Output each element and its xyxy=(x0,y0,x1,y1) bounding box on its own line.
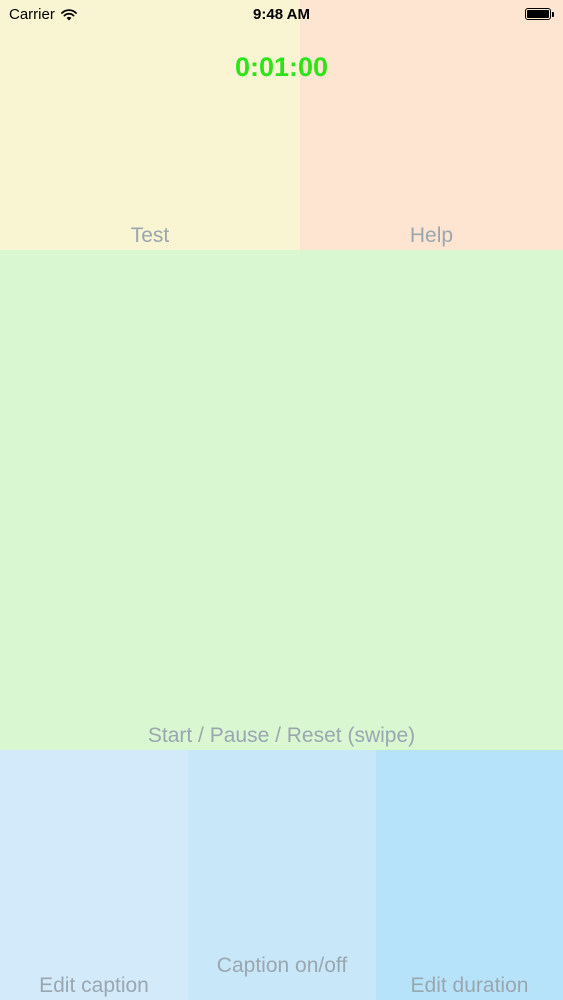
caption-toggle-zone[interactable]: Caption on/off xyxy=(188,750,376,1000)
help-label: Help xyxy=(409,224,454,247)
status-time: 9:48 AM xyxy=(253,6,310,23)
test-label: Test xyxy=(130,224,170,247)
edit-duration-zone[interactable]: Edit duration xyxy=(376,750,563,1000)
edit-caption-zone[interactable]: Edit caption xyxy=(0,750,188,1000)
help-zone[interactable]: Help xyxy=(300,0,563,250)
timer-display: 0:01:00 xyxy=(234,52,329,82)
caption-toggle-label: Caption on/off xyxy=(216,954,348,977)
start-pause-reset-zone[interactable]: Start / Pause / Reset (swipe) xyxy=(0,250,563,750)
edit-caption-label: Edit caption xyxy=(39,974,149,997)
start-pause-reset-label: Start / Pause / Reset (swipe) xyxy=(147,724,416,747)
battery-icon xyxy=(525,8,555,22)
edit-duration-label: Edit duration xyxy=(410,974,529,997)
status-bar: Carrier 9:48 AM xyxy=(0,0,563,30)
test-zone[interactable]: Test xyxy=(0,0,300,250)
